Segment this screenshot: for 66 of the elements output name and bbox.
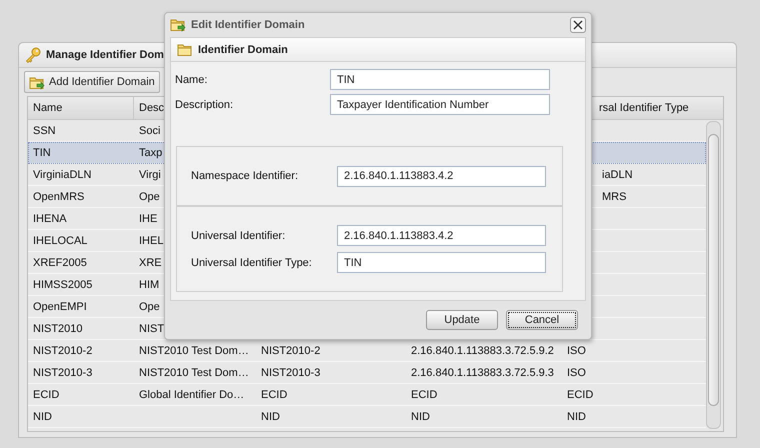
- add-domain-button[interactable]: Add Identifier Domain: [24, 71, 160, 93]
- table-cell: NIST2010-3: [33, 366, 92, 378]
- dialog-button[interactable]: Cancel: [506, 310, 578, 330]
- table-cell: ECID: [261, 388, 288, 400]
- table-cell: iaDLN: [602, 168, 633, 180]
- table-cell: HIMSS2005: [33, 278, 92, 290]
- table-cell: VirginiaDLN: [33, 168, 92, 180]
- text-field[interactable]: TIN: [330, 69, 550, 90]
- text-field[interactable]: 2.16.840.1.113883.4.2: [337, 225, 546, 246]
- table-cell: NIST2010 Test Dom…: [139, 366, 249, 378]
- table-cell: NID: [33, 410, 52, 422]
- table-cell: ISO: [567, 366, 586, 378]
- table-cell: Taxp: [139, 146, 162, 158]
- table-cell: TIN: [33, 146, 51, 158]
- panel-title: Identifier Domain: [198, 44, 288, 56]
- text-field[interactable]: 2.16.840.1.113883.4.2: [337, 166, 546, 186]
- table-cell: Virgi: [139, 168, 161, 180]
- table-cell: Ope: [139, 190, 160, 202]
- table-cell: NIST2010-2: [33, 344, 92, 356]
- table-cell: NIST2010-2: [261, 344, 320, 356]
- field-label: Universal Identifier Type:: [191, 256, 313, 268]
- table-cell: ECID: [33, 388, 60, 400]
- column-header[interactable]: rsal Identifier Type: [599, 102, 689, 114]
- table-cell: Soci: [139, 124, 160, 136]
- table-cell: NID: [567, 410, 586, 422]
- table-cell: XREF2005: [33, 256, 87, 268]
- field-label: Description:: [175, 98, 234, 110]
- text-field[interactable]: Taxpayer Identification Number: [330, 94, 550, 115]
- field-label: Universal Identifier:: [191, 230, 286, 242]
- table-cell: IHENA: [33, 212, 67, 224]
- table-cell: IHE: [139, 212, 158, 224]
- table-cell: ECID: [567, 388, 594, 400]
- table-cell: XRE: [139, 256, 162, 268]
- table-cell: MRS: [602, 190, 626, 202]
- folder-icon: [177, 42, 193, 57]
- table-cell: NID: [261, 410, 280, 422]
- table-cell: Global Identifier Do…: [139, 388, 244, 400]
- table-cell: SSN: [33, 124, 56, 136]
- table-cell: OpenMRS: [33, 190, 84, 202]
- folder-arrow-icon: [170, 17, 186, 32]
- table-cell: IHEL: [139, 234, 164, 246]
- table-cell: HIM: [139, 278, 160, 290]
- dialog-button[interactable]: Update: [426, 310, 498, 330]
- table-cell: IHELOCAL: [33, 234, 88, 246]
- table-cell: NIST2010: [33, 322, 83, 334]
- table-cell: NID: [411, 410, 430, 422]
- table-cell: 2.16.840.1.113883.3.72.5.9.2: [411, 344, 554, 356]
- table-cell: ISO: [567, 344, 586, 356]
- field-label: Name:: [175, 74, 208, 86]
- dialog-title: Edit Identifier Domain: [191, 18, 306, 30]
- table-cell: NIST2010-3: [261, 366, 320, 378]
- window-title: Manage Identifier Dom: [46, 49, 164, 61]
- field-label: Namespace Identifier:: [191, 170, 299, 182]
- column-header[interactable]: Name: [28, 97, 134, 119]
- table-cell: NIST: [139, 322, 164, 334]
- scrollbar[interactable]: [706, 121, 721, 429]
- text-field[interactable]: TIN: [337, 252, 546, 273]
- folder-arrow-icon: [29, 74, 45, 90]
- close-icon: [573, 20, 583, 30]
- table-cell: NIST2010 Test Dom…: [139, 344, 249, 356]
- table-cell: 2.16.840.1.113883.3.72.5.9.3: [411, 366, 554, 378]
- close-button[interactable]: [570, 16, 586, 32]
- table-cell: Ope: [139, 300, 160, 312]
- table-cell: OpenEMPI: [33, 300, 87, 312]
- table-cell: ECID: [411, 388, 438, 400]
- key-icon: [25, 46, 41, 64]
